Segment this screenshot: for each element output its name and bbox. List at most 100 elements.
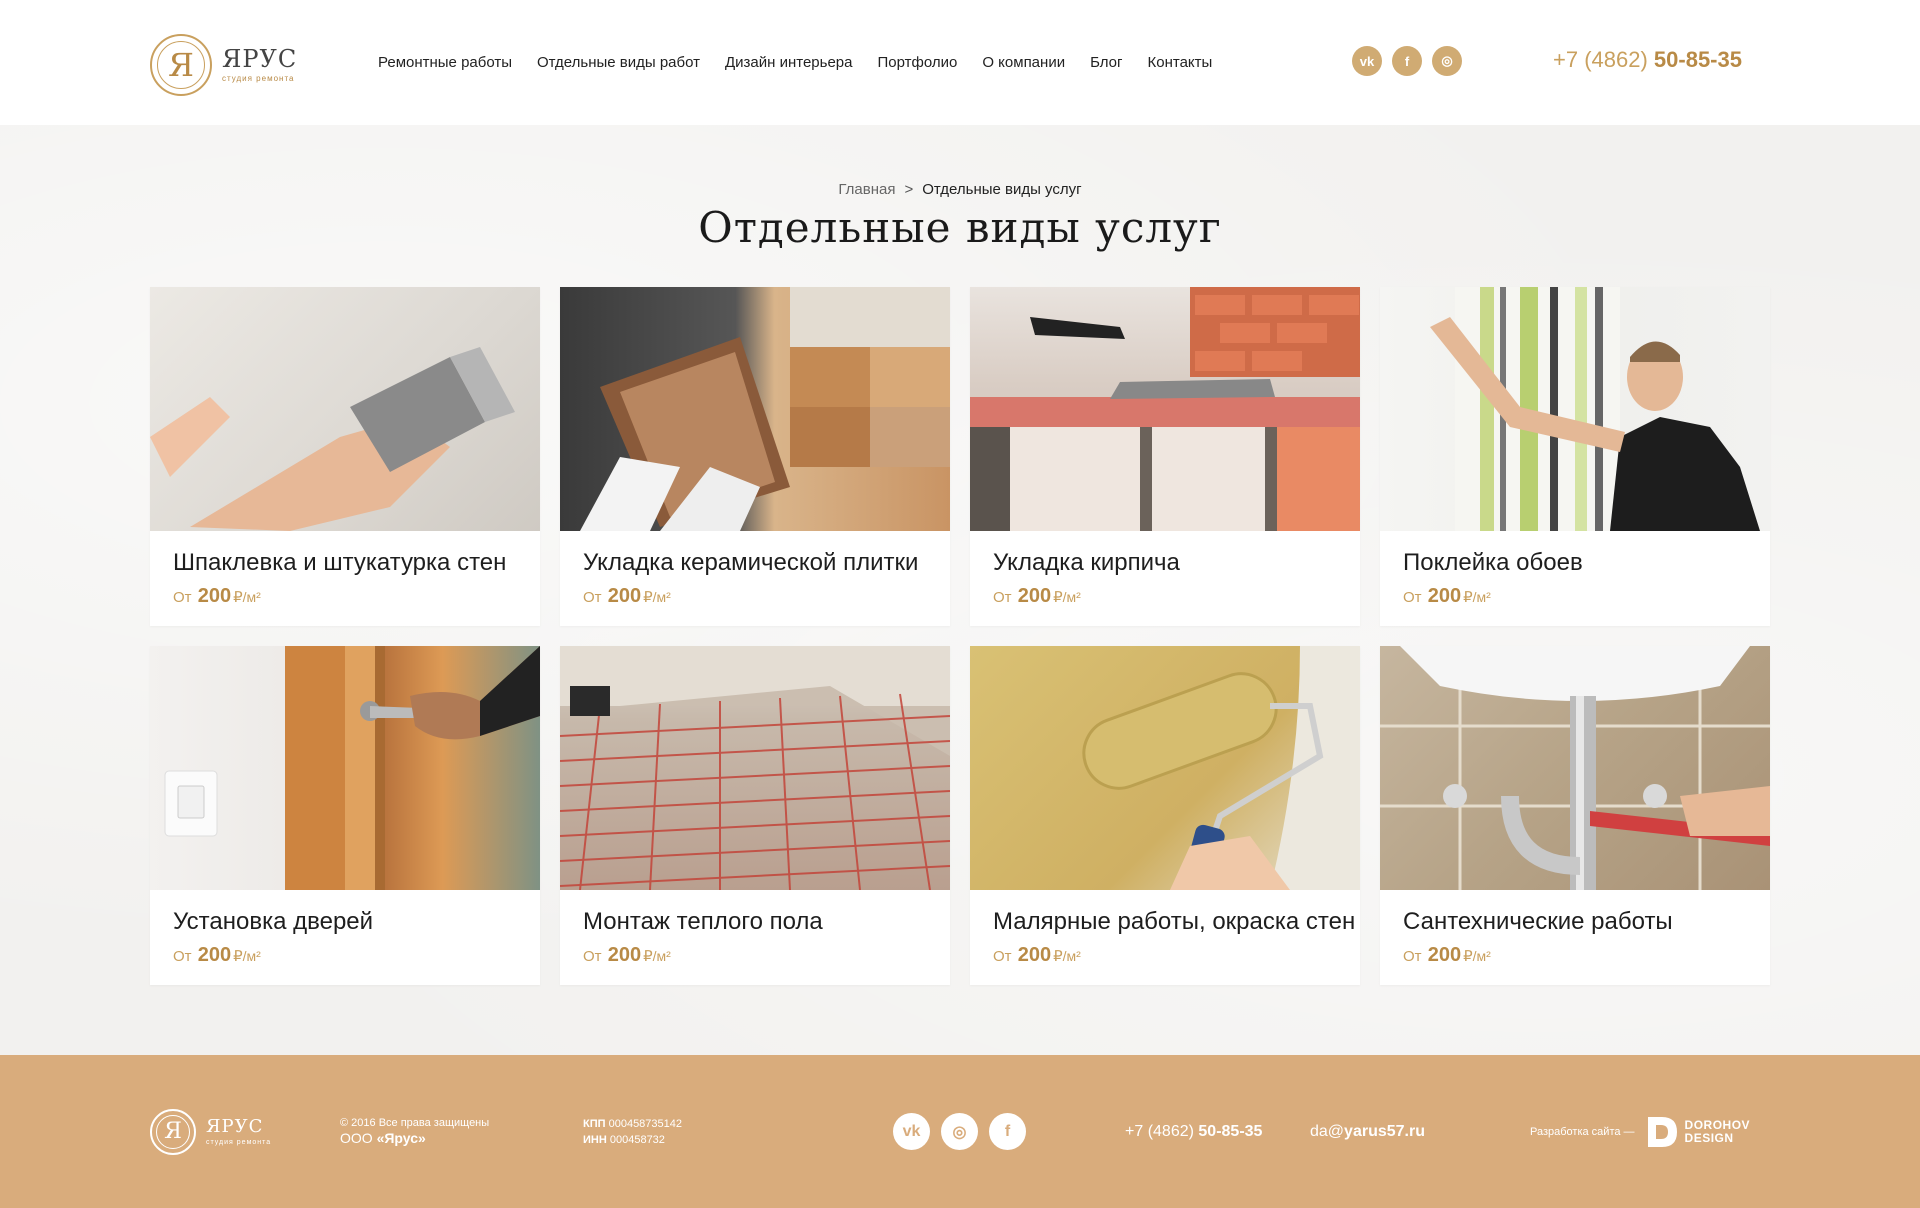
service-card[interactable]: Укладка керамической плитки От 200 ₽/м² bbox=[560, 287, 950, 626]
facebook-icon[interactable]: f bbox=[989, 1113, 1026, 1150]
kpp-label: КПП bbox=[583, 1118, 606, 1130]
site-footer: Я ЯРУС студия ремонта © 2016 Все права з… bbox=[0, 1055, 1920, 1208]
price-unit: /м² bbox=[1062, 589, 1081, 605]
dorohov-logo-icon bbox=[1647, 1117, 1677, 1147]
main-content: Главная > Отдельные виды услуг Отдельные в… bbox=[0, 125, 1920, 1055]
price-currency: ₽ bbox=[233, 948, 243, 965]
service-card[interactable]: Поклейка обоев От 200 ₽/м² bbox=[1380, 287, 1770, 626]
price-value: 200 bbox=[1427, 944, 1462, 966]
dev-name-line2: DESIGN bbox=[1684, 1131, 1734, 1145]
service-price: От 200 ₽/м² bbox=[993, 585, 1360, 608]
nav-item-about[interactable]: О компании bbox=[982, 54, 1065, 71]
footer-requisites: КПП 000458735142 ИНН 000458732 bbox=[583, 1116, 682, 1148]
service-image-plumbing bbox=[1380, 646, 1770, 890]
service-card[interactable]: Укладка кирпича От 200 ₽/м² bbox=[970, 287, 1360, 626]
service-image-brick bbox=[970, 287, 1360, 531]
breadcrumb-home[interactable]: Главная bbox=[838, 181, 895, 198]
price-currency: ₽ bbox=[1463, 948, 1473, 965]
service-price: От 200 ₽/м² bbox=[993, 944, 1360, 967]
footer-logo[interactable]: Я ЯРУС студия ремонта bbox=[150, 1109, 271, 1155]
service-card[interactable]: Шпаклевка и штукатурка стен От 200 ₽/м² bbox=[150, 287, 540, 626]
service-price: От 200 ₽/м² bbox=[173, 944, 540, 967]
service-title: Монтаж теплого пола bbox=[583, 908, 823, 935]
price-value: 200 bbox=[1427, 585, 1462, 607]
org-prefix: ООО bbox=[340, 1130, 377, 1146]
service-image-tile bbox=[560, 287, 950, 531]
nav-item-blog[interactable]: Блог bbox=[1090, 54, 1122, 71]
facebook-icon[interactable]: f bbox=[1392, 46, 1422, 76]
instagram-icon[interactable]: ◎ bbox=[1432, 46, 1462, 76]
nav-item-separate-works[interactable]: Отдельные виды работ bbox=[537, 54, 700, 71]
nav-item-repair[interactable]: Ремонтные работы bbox=[378, 54, 512, 71]
phone-prefix: +7 (4862) bbox=[1553, 47, 1654, 72]
price-unit: /м² bbox=[652, 948, 671, 964]
vk-icon[interactable]: vk bbox=[1352, 46, 1382, 76]
service-price: От 200 ₽/м² bbox=[1403, 585, 1770, 608]
price-value: 200 bbox=[1017, 944, 1052, 966]
service-card[interactable]: Установка дверей От 200 ₽/м² bbox=[150, 646, 540, 985]
price-prefix: От bbox=[583, 589, 602, 606]
nav-item-contacts[interactable]: Контакты bbox=[1148, 54, 1213, 71]
service-title: Укладка керамической плитки bbox=[583, 549, 919, 576]
footer-logo-glyph: Я bbox=[164, 1119, 182, 1144]
price-currency: ₽ bbox=[1053, 948, 1063, 965]
price-unit: /м² bbox=[242, 589, 261, 605]
price-value: 200 bbox=[197, 944, 232, 966]
instagram-icon[interactable]: ◎ bbox=[941, 1113, 978, 1150]
logo-glyph: Я bbox=[168, 46, 194, 84]
service-image-wallpaper bbox=[1380, 287, 1770, 531]
breadcrumb: Главная > Отдельные виды услуг bbox=[0, 181, 1920, 198]
service-card[interactable]: Малярные работы, окраска стен От 200 ₽/м² bbox=[970, 646, 1360, 985]
price-value: 200 bbox=[197, 585, 232, 607]
developer-credit[interactable]: Разработка сайта — DOROHOV DESIGN bbox=[1530, 1115, 1750, 1149]
services-grid: Шпаклевка и штукатурка стен От 200₽/м² bbox=[150, 287, 1772, 985]
main-nav: Ремонтные работы Отдельные виды работ Ди… bbox=[378, 54, 1237, 71]
service-title: Сантехнические работы bbox=[1403, 908, 1673, 935]
footer-phone[interactable]: +7 (4862) 50-85-35 bbox=[1125, 1123, 1262, 1141]
price-value: 200 bbox=[607, 585, 642, 607]
service-title: Укладка кирпича bbox=[993, 549, 1180, 576]
inn-value: 000458732 bbox=[609, 1134, 665, 1146]
breadcrumb-current: Отдельные виды услуг bbox=[922, 181, 1082, 198]
service-title: Установка дверей bbox=[173, 908, 374, 935]
phone-main: 50-85-35 bbox=[1653, 47, 1742, 72]
price-prefix: От bbox=[173, 948, 192, 965]
footer-phone-prefix: +7 (4862) bbox=[1125, 1123, 1199, 1140]
price-unit: /м² bbox=[242, 948, 261, 964]
site-header: Я ЯРУС студия ремонта Ремонтные работы О… bbox=[0, 0, 1920, 125]
service-image-floor bbox=[560, 646, 950, 890]
page-title: Отдельные виды услуг bbox=[698, 203, 1222, 252]
kpp-value: 000458735142 bbox=[608, 1118, 683, 1130]
price-prefix: От bbox=[993, 948, 1012, 965]
footer-phone-main: 50-85-35 bbox=[1198, 1123, 1263, 1140]
price-value: 200 bbox=[1017, 585, 1052, 607]
price-currency: ₽ bbox=[643, 589, 653, 606]
service-title: Шпаклевка и штукатурка стен bbox=[173, 549, 507, 576]
email-domain: yarus57.ru bbox=[1344, 1123, 1425, 1140]
vk-icon[interactable]: vk bbox=[893, 1113, 930, 1150]
price-prefix: От bbox=[993, 589, 1012, 606]
email-user: da@ bbox=[1310, 1123, 1345, 1140]
service-image-door bbox=[150, 646, 540, 890]
nav-item-interior-design[interactable]: Дизайн интерьера bbox=[725, 54, 852, 71]
service-card[interactable]: Сантехнические работы От 200 ₽/м² bbox=[1380, 646, 1770, 985]
service-card[interactable]: Монтаж теплого пола От 200 ₽/м² bbox=[560, 646, 950, 985]
price-currency: ₽ bbox=[1463, 589, 1473, 606]
service-price: От 200 ₽/м² bbox=[173, 585, 540, 608]
footer-social: vk ◎ f bbox=[893, 1113, 1026, 1150]
nav-item-portfolio[interactable]: Портфолио bbox=[878, 54, 958, 71]
price-unit: /м² bbox=[652, 589, 671, 605]
price-currency: ₽ bbox=[1053, 589, 1063, 606]
service-price: От 200 ₽/м² bbox=[583, 944, 950, 967]
logo[interactable]: Я ЯРУС студия ремонта bbox=[150, 34, 300, 96]
dev-label: Разработка сайта — bbox=[1530, 1126, 1635, 1138]
service-price: От 200 ₽/м² bbox=[583, 585, 950, 608]
footer-email[interactable]: da@yarus57.ru bbox=[1310, 1123, 1425, 1141]
service-image-plaster bbox=[150, 287, 540, 531]
header-phone[interactable]: +7 (4862) 50-85-35 bbox=[1553, 47, 1742, 73]
price-value: 200 bbox=[607, 944, 642, 966]
price-prefix: От bbox=[1403, 589, 1422, 606]
price-prefix: От bbox=[1403, 948, 1422, 965]
price-currency: ₽ bbox=[643, 948, 653, 965]
price-unit: /м² bbox=[1472, 948, 1491, 964]
